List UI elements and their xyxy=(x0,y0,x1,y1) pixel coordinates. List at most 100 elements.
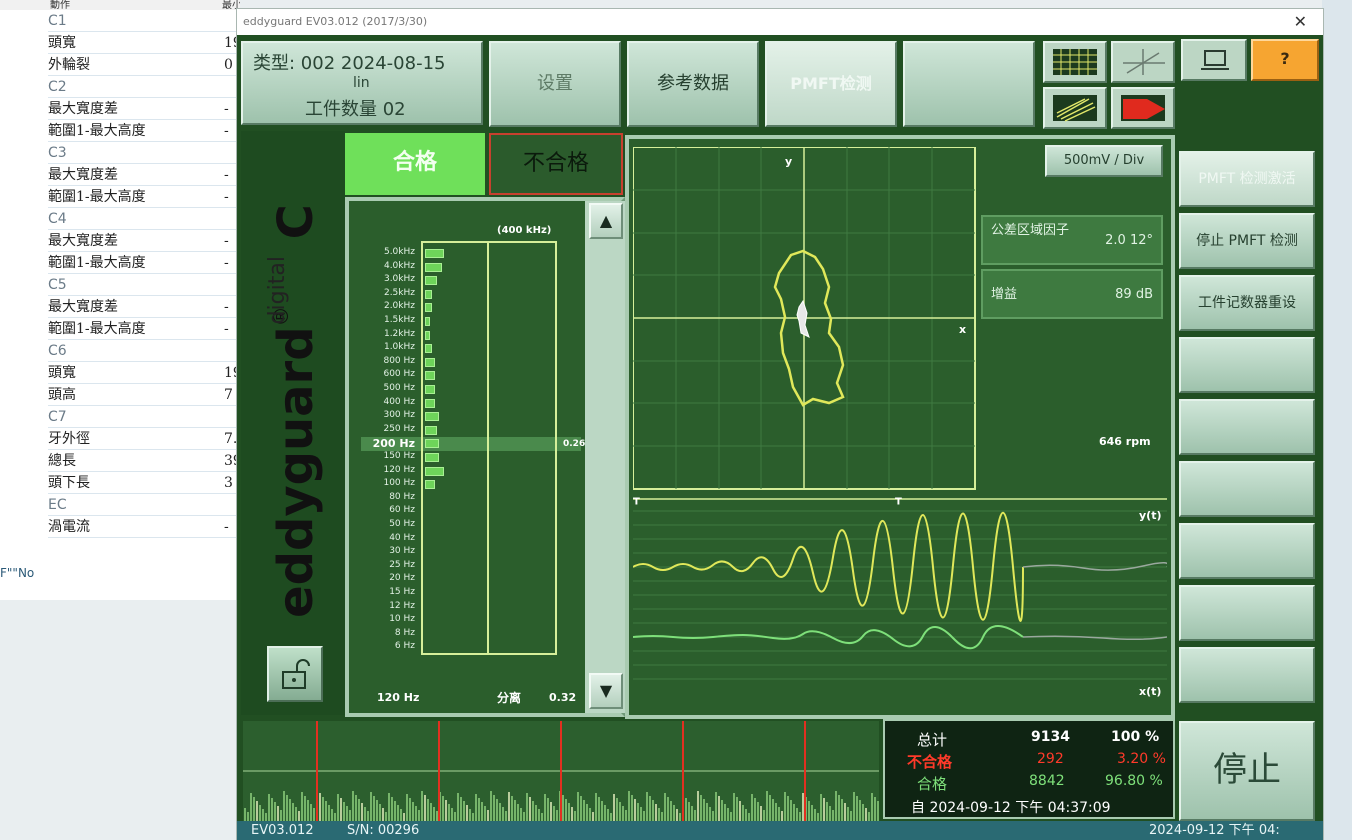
trend-graph xyxy=(243,721,879,821)
table-row: 頭高 7 xyxy=(48,386,240,406)
tolerance-factor-box[interactable]: 公差区域因子 2.0 12° xyxy=(981,215,1163,265)
frequency-label[interactable]: 2.5kHz xyxy=(357,288,415,298)
pass-indicator[interactable]: 合格 xyxy=(345,133,485,195)
frequency-label[interactable]: 1.0kHz xyxy=(357,342,415,352)
volts-per-div-button[interactable]: 500mV / Div xyxy=(1045,145,1163,177)
frequency-bar xyxy=(425,480,435,490)
table-row: 範圍1-最大高度 - xyxy=(48,188,240,208)
frequency-label[interactable]: 12 Hz xyxy=(357,601,415,611)
frequency-bar xyxy=(425,466,444,476)
frequency-label[interactable]: 60 Hz xyxy=(357,505,415,515)
row-label: 範圍1-最大高度 xyxy=(48,123,146,139)
reference-data-button[interactable]: 参考数据 xyxy=(627,41,759,127)
frequency-label[interactable]: 10 Hz xyxy=(357,614,415,624)
frequency-label[interactable]: 2.0kHz xyxy=(357,301,415,311)
frequency-label[interactable]: 8 Hz xyxy=(357,628,415,638)
spectrum-centerline xyxy=(487,243,489,653)
row-value: - xyxy=(224,189,229,205)
frequency-label[interactable]: 120 Hz xyxy=(357,465,415,475)
gain-value: 89 dB xyxy=(1115,287,1153,302)
axis-view-button[interactable] xyxy=(1111,41,1175,83)
highlight-value: 0.26 xyxy=(563,439,586,449)
frequency-label[interactable]: 500 Hz xyxy=(357,383,415,393)
brand-column: eddyguard®digital C xyxy=(241,131,345,715)
frequency-label[interactable]: 1.5kHz xyxy=(357,315,415,325)
frequency-label[interactable]: 20 Hz xyxy=(357,573,415,583)
table-row: 最大寬度差 - xyxy=(48,232,240,252)
frequency-label[interactable]: 150 Hz xyxy=(357,451,415,461)
frequency-label[interactable]: 15 Hz xyxy=(357,587,415,597)
blank-button-2[interactable] xyxy=(1179,399,1315,455)
frequency-label[interactable]: 200 Hz xyxy=(351,437,415,450)
bottom-frequency: 120 Hz xyxy=(377,691,420,704)
stop-button[interactable]: 停止 xyxy=(1179,721,1315,821)
brand-logo: eddyguard®digital C xyxy=(265,204,324,618)
frequency-label[interactable]: 4.0kHz xyxy=(357,261,415,271)
waterfall-view-button[interactable] xyxy=(1043,87,1107,129)
blank-button-4[interactable] xyxy=(1179,523,1315,579)
frequency-label[interactable]: 1.2kHz xyxy=(357,329,415,339)
fail-indicator[interactable]: 不合格 xyxy=(489,133,623,195)
blank-button-5[interactable] xyxy=(1179,585,1315,641)
table-row: 外輪裂 0 xyxy=(48,56,240,76)
work-count: 工件数量 02 xyxy=(305,99,406,120)
row-label: 頭高 xyxy=(48,387,76,403)
mode-label: lin xyxy=(353,75,370,91)
tolerance-label: 公差区域因子 xyxy=(991,223,1070,238)
blank-button-3[interactable] xyxy=(1179,461,1315,517)
frequency-label[interactable]: 3.0kHz xyxy=(357,274,415,284)
scroll-down-button[interactable]: ▼ xyxy=(589,673,623,709)
pmft-button[interactable]: PMFT检测 xyxy=(765,41,897,127)
frequency-label[interactable]: 5.0kHz xyxy=(357,247,415,257)
lock-button[interactable] xyxy=(267,646,323,702)
frequency-label[interactable]: 400 Hz xyxy=(357,397,415,407)
trend-view-button[interactable] xyxy=(1111,87,1175,129)
yt-label: y(t) xyxy=(1139,509,1161,522)
gain-box[interactable]: 增益 89 dB xyxy=(981,269,1163,319)
frequency-label[interactable]: 50 Hz xyxy=(357,519,415,529)
scroll-up-button[interactable]: ▲ xyxy=(589,203,623,239)
row-label: 頭寬 xyxy=(48,35,76,51)
frequency-spectrum-panel: (400 kHz) 5.0kHz 4.0kHz 3.0kHz 2.5kHz 2.0kHz… xyxy=(345,197,625,717)
row-value: - xyxy=(224,321,229,337)
axis-icon xyxy=(1123,49,1165,75)
x-axis-label: x xyxy=(959,323,966,336)
help-button[interactable]: ? xyxy=(1251,39,1319,81)
table-row: C5 xyxy=(48,276,240,296)
frequency-label[interactable]: 800 Hz xyxy=(357,356,415,366)
screen-settings-button[interactable] xyxy=(1181,39,1247,81)
frequency-label[interactable]: 6 Hz xyxy=(357,641,415,651)
t-left-label: T xyxy=(633,496,640,507)
pmft-activate-button[interactable]: PMFT 检测激活 xyxy=(1179,151,1315,207)
frequency-label[interactable]: 30 Hz xyxy=(357,546,415,556)
y-axis-label: y xyxy=(785,155,792,168)
y-trace-history xyxy=(1022,562,1167,571)
frequency-label[interactable]: 100 Hz xyxy=(357,478,415,488)
blank-button-1[interactable] xyxy=(1179,337,1315,393)
settings-button[interactable]: 设置 xyxy=(489,41,621,127)
blank-button-6[interactable] xyxy=(1179,647,1315,703)
frequency-label[interactable]: 250 Hz xyxy=(357,424,415,434)
table-row: C3 xyxy=(48,144,240,164)
blank-button[interactable] xyxy=(903,41,1035,127)
grid-view-button[interactable] xyxy=(1043,41,1107,83)
trend-icon xyxy=(1121,95,1165,121)
time-traces: T T y(t) x(t) xyxy=(633,496,1167,698)
total-percent: 100 % xyxy=(1111,729,1160,745)
frequency-label[interactable]: 40 Hz xyxy=(357,533,415,543)
frequency-label[interactable]: 80 Hz xyxy=(357,492,415,502)
frequency-label[interactable]: 600 Hz xyxy=(357,369,415,379)
spectrum-scrollbar[interactable]: ▲ ▼ xyxy=(585,201,625,713)
reset-counter-button[interactable]: 工件记数器重设 xyxy=(1179,275,1315,331)
fail-count: 292 xyxy=(1037,751,1064,767)
frequency-bar xyxy=(425,385,435,394)
close-icon[interactable]: ✕ xyxy=(1294,9,1307,35)
row-label: C6 xyxy=(48,343,67,359)
frequency-label[interactable]: 300 Hz xyxy=(357,410,415,420)
frequency-label[interactable]: 25 Hz xyxy=(357,560,415,570)
stop-pmft-button[interactable]: 停止 PMFT 检测 xyxy=(1179,213,1315,269)
type-info-button[interactable]: 类型: 002 2024-08-15 lin 工件数量 02 xyxy=(241,41,483,125)
trend-bar xyxy=(243,721,879,821)
table-row: 頭下長 3 xyxy=(48,474,240,494)
table-row: C2 xyxy=(48,78,240,98)
